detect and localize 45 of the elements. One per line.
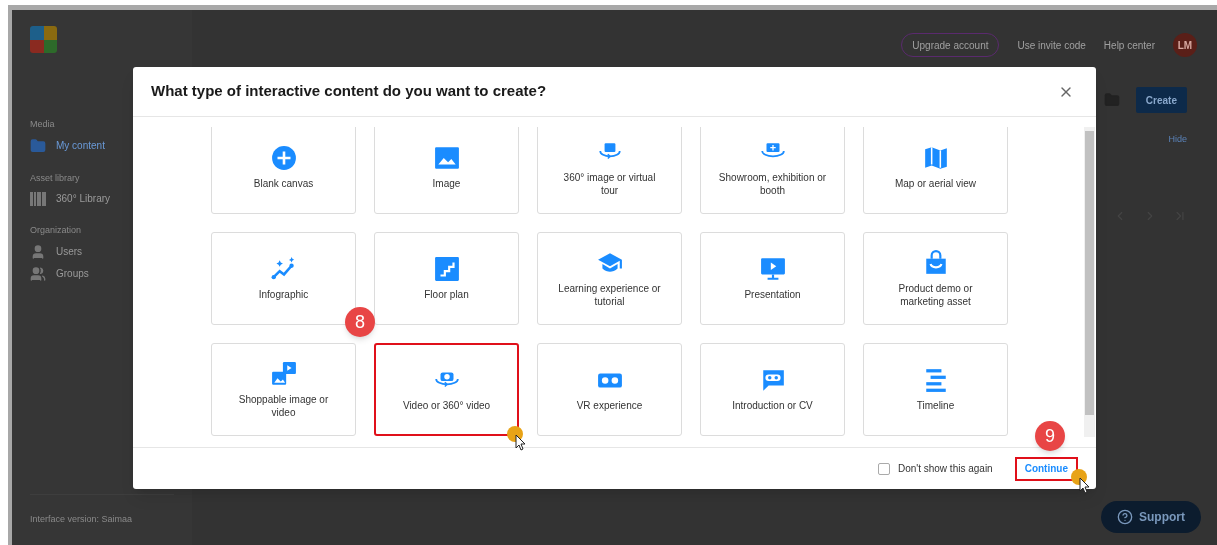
image-icon [433, 145, 460, 171]
content-type-tile[interactable]: Timeline [863, 343, 1008, 436]
user-avatar[interactable]: LM [1173, 33, 1197, 57]
support-button[interactable]: Support [1101, 501, 1201, 533]
content-type-tile[interactable]: VR experience [537, 343, 682, 436]
section-heading: Media [30, 118, 56, 131]
section-heading: Asset library [30, 171, 81, 185]
version-text: Interface version: Saimaa [30, 514, 133, 524]
content-type-tile[interactable]: Infographic [211, 232, 356, 325]
library-bars-icon [30, 191, 46, 206]
plus-circle-icon [270, 145, 297, 171]
user-icon [30, 243, 46, 260]
content-type-tile[interactable]: Video or 360° video [374, 343, 519, 436]
image-and-play-icon [270, 360, 297, 387]
map-icon [922, 145, 949, 171]
dont-show-label: Don't show this again [897, 462, 993, 476]
folder-icon [30, 137, 46, 154]
header-link[interactable]: Help center [1103, 37, 1155, 53]
sidebar-item[interactable]: 360° Library [30, 191, 174, 206]
app-logo[interactable] [30, 26, 57, 53]
dialog-title: What type of interactive content do you want to create? [151, 81, 547, 102]
stairs-icon [433, 256, 460, 282]
sidebar-item[interactable]: My content [30, 137, 174, 154]
content-type-tile[interactable]: Shoppable image or video [211, 343, 356, 436]
content-type-tile[interactable]: Image [374, 127, 519, 214]
scrollbar[interactable] [1084, 127, 1095, 437]
content-type-tile[interactable]: Map or aerial view [863, 127, 1008, 214]
content-type-tile[interactable]: Presentation [700, 232, 845, 325]
content-type-tile[interactable]: Showroom, exhibition or booth [700, 127, 845, 214]
content-type-tile[interactable]: Floor plan [374, 232, 519, 325]
sparkle-line-icon [270, 256, 297, 282]
header-link[interactable]: Use invite code [1017, 37, 1086, 53]
content-type-tile[interactable]: Product demo or marketing asset [863, 232, 1008, 325]
play-screen-icon [759, 256, 786, 282]
dont-show-checkbox[interactable] [877, 462, 890, 475]
content-type-tile[interactable]: Learning experience or tutorial [537, 232, 682, 325]
create-button[interactable]: Create [1135, 87, 1187, 113]
content-type-tile[interactable]: Introduction or CV [700, 343, 845, 436]
help-circle-icon [1117, 509, 1133, 525]
sidebar-item[interactable]: Users [30, 243, 174, 260]
section-heading: Organization [30, 224, 83, 237]
content-type-tile[interactable]: Blank canvas [211, 127, 356, 214]
users-icon [30, 265, 46, 282]
content-type-tile[interactable]: 360° image or virtual tour [537, 127, 682, 214]
sidebar-item[interactable]: Groups [30, 265, 174, 282]
